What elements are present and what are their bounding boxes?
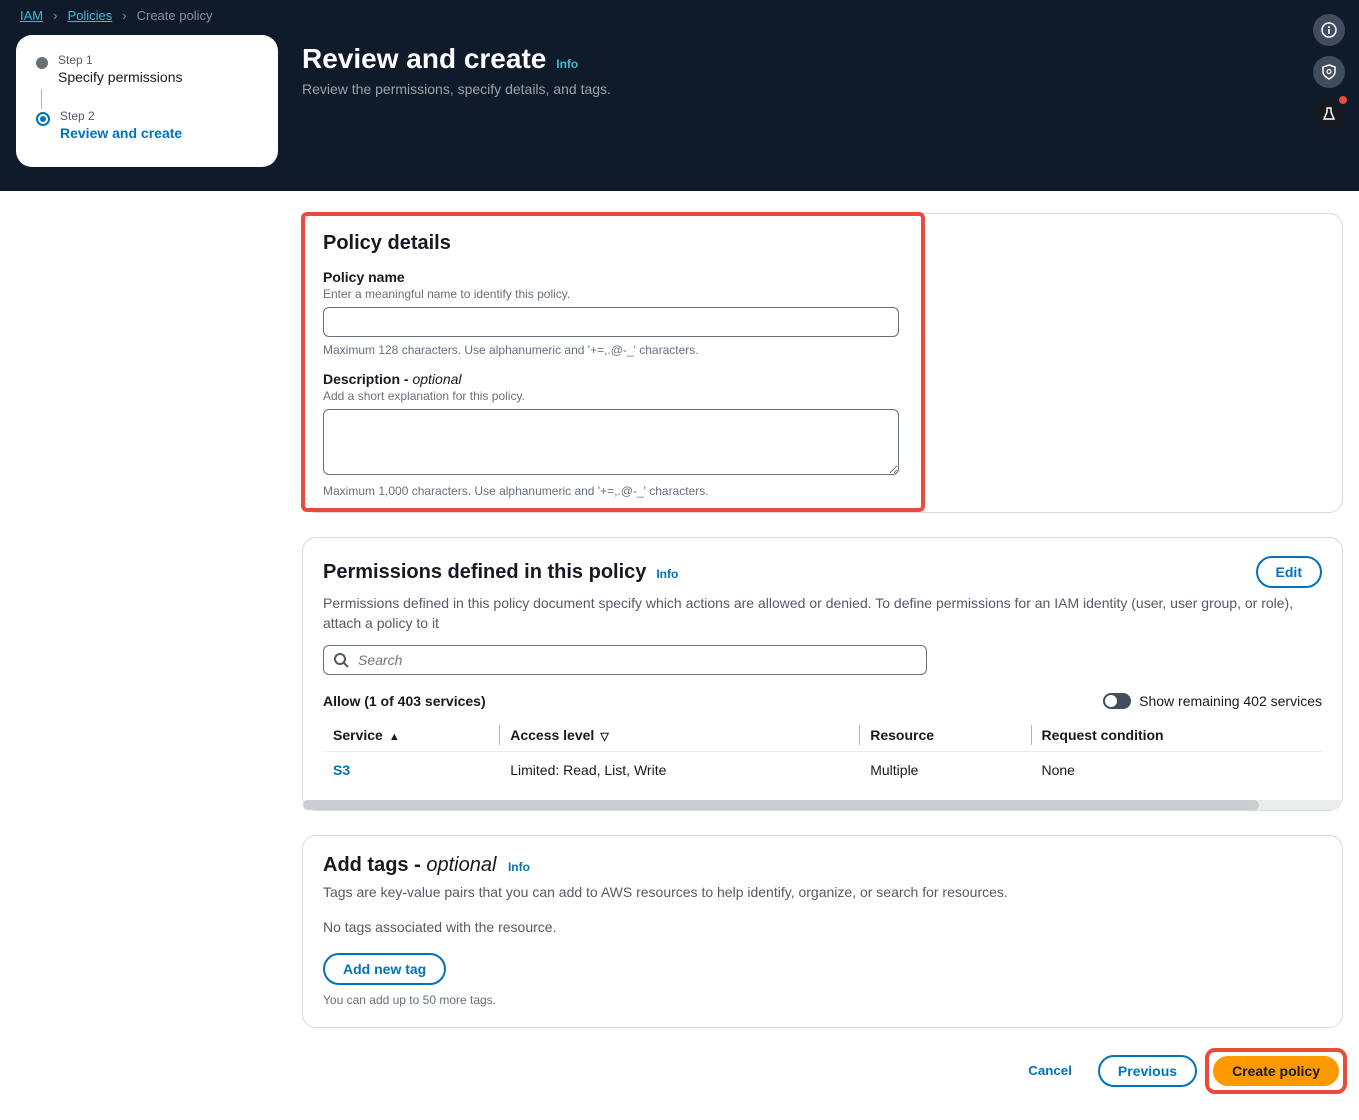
policy-desc-input[interactable] bbox=[323, 409, 899, 475]
chevron-right-icon: › bbox=[122, 8, 126, 23]
breadcrumb-iam[interactable]: IAM bbox=[20, 8, 43, 23]
breadcrumb: IAM › Policies › Create policy bbox=[16, 0, 1343, 35]
page-subtitle: Review the permissions, specify details,… bbox=[302, 81, 611, 97]
tags-limit: You can add up to 50 more tags. bbox=[323, 993, 1322, 1007]
search-icon bbox=[333, 652, 349, 668]
step-2-title: Review and create bbox=[60, 125, 182, 141]
shield-icon[interactable] bbox=[1313, 56, 1345, 88]
flask-icon[interactable] bbox=[1313, 98, 1345, 130]
show-remaining-toggle[interactable] bbox=[1103, 693, 1131, 709]
cell-condition: None bbox=[1032, 752, 1323, 789]
footer-actions: Cancel Previous Create policy bbox=[302, 1052, 1343, 1090]
breadcrumb-current: Create policy bbox=[137, 8, 213, 23]
permissions-table: Service▲ Access level▽ Resource Request … bbox=[323, 719, 1322, 788]
create-policy-button[interactable]: Create policy bbox=[1213, 1056, 1339, 1086]
policy-name-label: Policy name bbox=[323, 269, 903, 285]
step-dot-active-icon bbox=[36, 112, 50, 126]
policy-desc-hint: Add a short explanation for this policy. bbox=[323, 389, 903, 403]
permissions-search-input[interactable] bbox=[323, 645, 927, 675]
cancel-button[interactable]: Cancel bbox=[1014, 1057, 1086, 1084]
tags-info-link[interactable]: Info bbox=[508, 860, 530, 874]
tags-desc: Tags are key-value pairs that you can ad… bbox=[323, 883, 1322, 903]
info-link[interactable]: Info bbox=[556, 57, 578, 71]
step-1-label: Step 1 bbox=[58, 53, 183, 67]
allow-summary: Allow (1 of 403 services) bbox=[323, 693, 486, 709]
permissions-title: Permissions defined in this policy bbox=[323, 561, 646, 583]
service-link-s3[interactable]: S3 bbox=[333, 762, 350, 778]
chevron-right-icon: › bbox=[53, 8, 57, 23]
col-condition[interactable]: Request condition bbox=[1032, 719, 1323, 752]
page-title: Review and create bbox=[302, 43, 546, 75]
permissions-info-link[interactable]: Info bbox=[656, 567, 678, 581]
floating-help-icons bbox=[1313, 14, 1345, 130]
col-resource[interactable]: Resource bbox=[860, 719, 1031, 752]
wizard-step-1[interactable]: Step 1 Specify permissions bbox=[36, 53, 258, 85]
cell-access: Limited: Read, List, Write bbox=[500, 752, 860, 789]
info-circle-icon[interactable] bbox=[1313, 14, 1345, 46]
step-dot-icon bbox=[36, 57, 48, 69]
permissions-desc: Permissions defined in this policy docum… bbox=[323, 594, 1322, 633]
wizard-steps-card: Step 1 Specify permissions Step 2 Review… bbox=[16, 35, 278, 167]
breadcrumb-policies[interactable]: Policies bbox=[67, 8, 112, 23]
tags-empty: No tags associated with the resource. bbox=[323, 919, 1322, 935]
edit-button[interactable]: Edit bbox=[1256, 556, 1322, 588]
policy-details-title: Policy details bbox=[323, 232, 903, 255]
policy-name-input[interactable] bbox=[323, 307, 899, 337]
sort-icon: ▽ bbox=[600, 731, 608, 743]
policy-details-panel: Policy details Policy name Enter a meani… bbox=[302, 213, 1343, 513]
step-1-title: Specify permissions bbox=[58, 69, 183, 85]
tags-title: Add tags - optional bbox=[323, 854, 502, 876]
policy-desc-label: Description - optional bbox=[323, 371, 903, 387]
permissions-panel: Permissions defined in this policy Info … bbox=[302, 537, 1343, 811]
add-new-tag-button[interactable]: Add new tag bbox=[323, 953, 446, 985]
policy-desc-constraint: Maximum 1,000 characters. Use alphanumer… bbox=[323, 484, 903, 498]
sort-asc-icon: ▲ bbox=[389, 731, 400, 743]
policy-name-constraint: Maximum 128 characters. Use alphanumeric… bbox=[323, 343, 903, 357]
col-service[interactable]: Service▲ bbox=[323, 719, 500, 752]
policy-name-hint: Enter a meaningful name to identify this… bbox=[323, 287, 903, 301]
cell-resource: Multiple bbox=[860, 752, 1031, 789]
horizontal-scrollbar[interactable] bbox=[303, 800, 1342, 810]
step-connector bbox=[41, 89, 42, 109]
table-row[interactable]: S3 Limited: Read, List, Write Multiple N… bbox=[323, 752, 1322, 789]
tags-panel: Add tags - optional Info Tags are key-va… bbox=[302, 835, 1343, 1028]
show-remaining-label: Show remaining 402 services bbox=[1139, 693, 1322, 709]
col-access[interactable]: Access level▽ bbox=[500, 719, 860, 752]
step-2-label: Step 2 bbox=[60, 109, 182, 123]
previous-button[interactable]: Previous bbox=[1098, 1055, 1197, 1087]
notification-dot-icon bbox=[1339, 96, 1347, 104]
wizard-step-2[interactable]: Step 2 Review and create bbox=[36, 109, 258, 141]
